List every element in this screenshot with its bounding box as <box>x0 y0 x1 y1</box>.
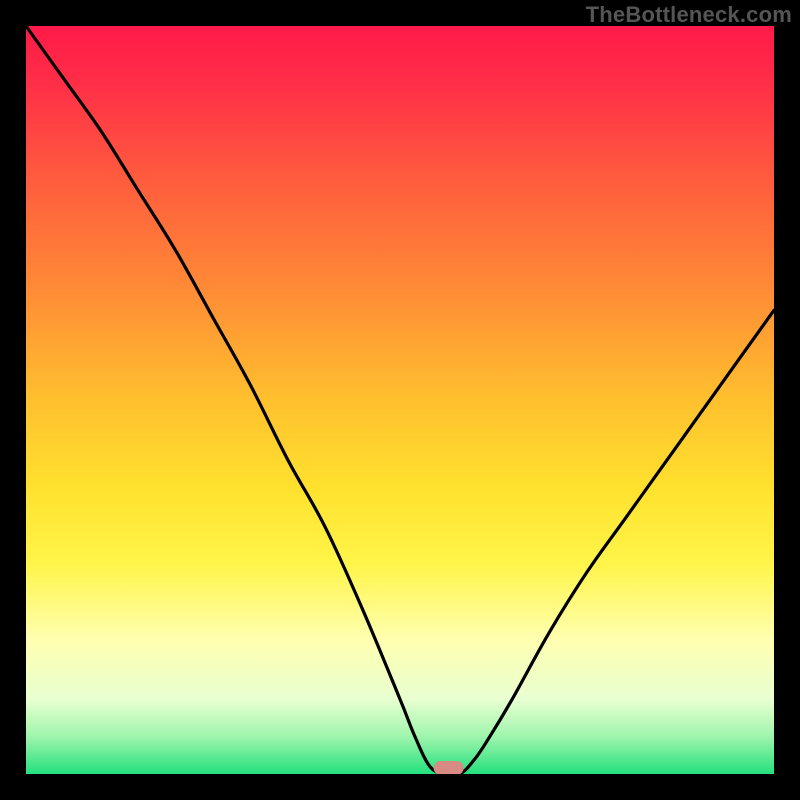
chart-svg <box>26 26 774 774</box>
optimal-marker <box>434 761 464 774</box>
gradient-background <box>26 26 774 774</box>
chart-container: TheBottleneck.com <box>0 0 800 800</box>
watermark-text: TheBottleneck.com <box>586 2 792 28</box>
plot-area <box>24 24 776 776</box>
